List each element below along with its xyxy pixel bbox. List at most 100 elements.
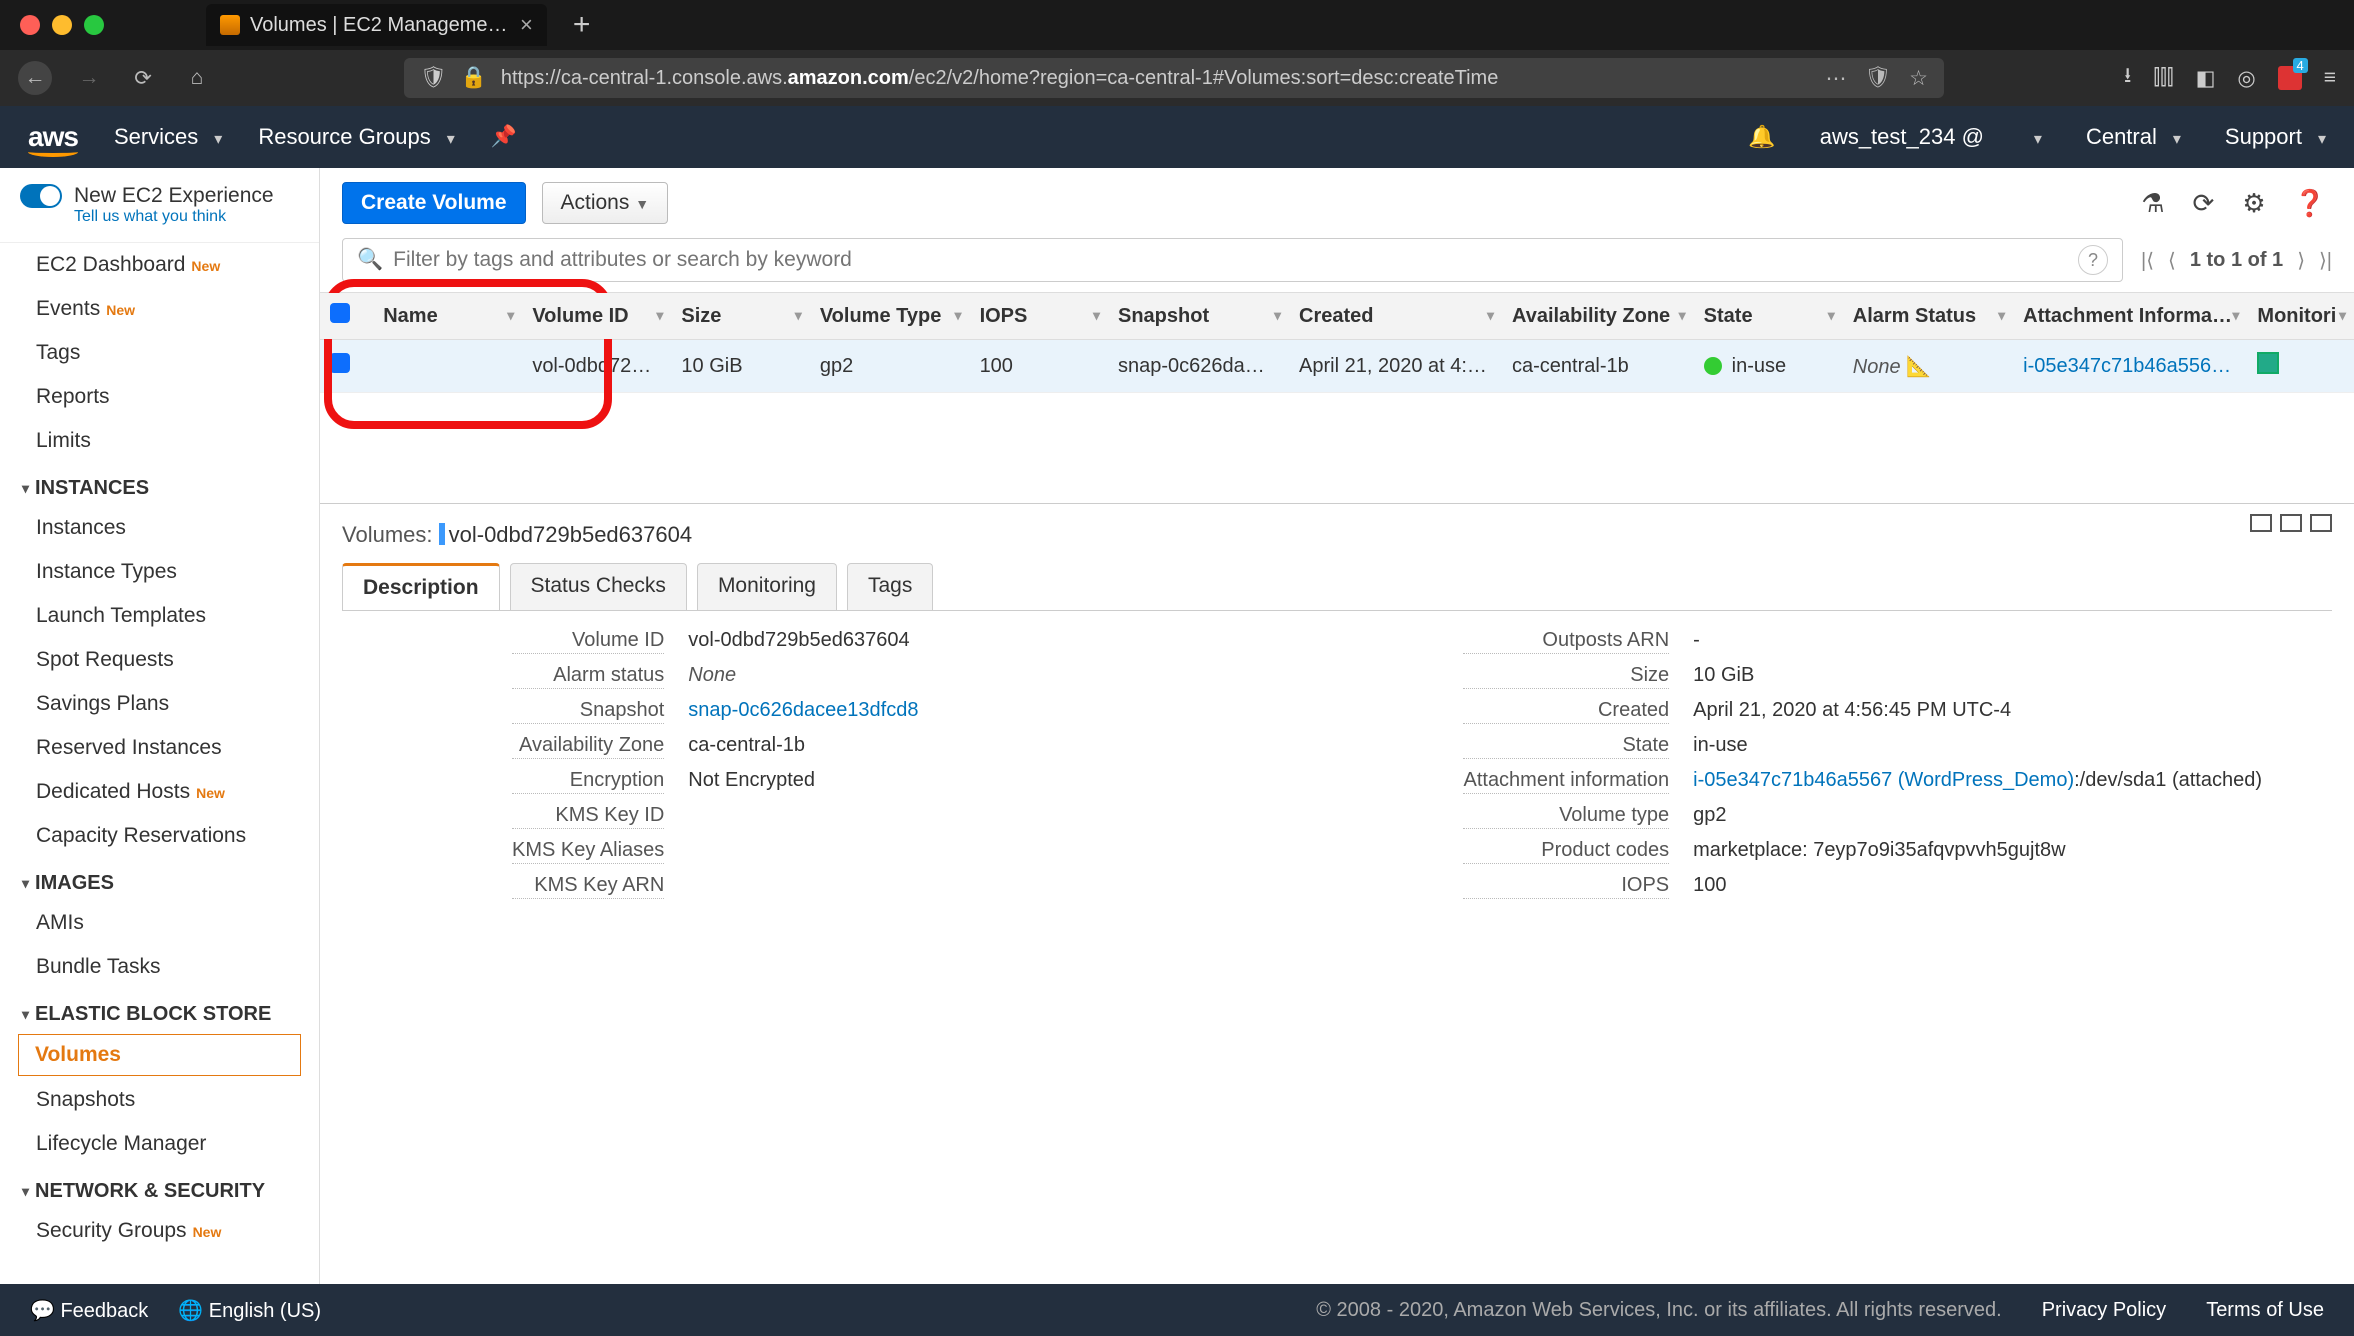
privacy-link[interactable]: Privacy Policy — [2042, 1299, 2166, 1322]
sidebar-section-header[interactable]: NETWORK & SECURITY — [0, 1166, 319, 1209]
sidebar-section-header[interactable]: IMAGES — [0, 858, 319, 901]
col-header[interactable]: State▾ — [1694, 293, 1843, 340]
back-button[interactable]: ← — [18, 61, 52, 95]
close-window[interactable] — [20, 15, 40, 35]
detail-tab[interactable]: Status Checks — [510, 563, 687, 610]
new-experience-toggle[interactable] — [20, 184, 62, 208]
filter-search-box[interactable]: 🔍 ? — [342, 238, 2123, 282]
col-header[interactable] — [320, 293, 373, 340]
table-row[interactable]: vol-0dbd729… 10 GiB gp2 100 snap-0c626da… — [320, 340, 2354, 393]
account-caret[interactable] — [2028, 124, 2042, 150]
services-menu[interactable]: Services — [114, 124, 222, 150]
refresh-icon[interactable]: ⟳ — [2187, 188, 2221, 219]
browser-tab[interactable]: Volumes | EC2 Management Co × — [206, 4, 547, 46]
account-menu[interactable]: aws_test_234 @ — [1820, 124, 1984, 150]
pager-last-icon[interactable]: ⟩| — [2319, 248, 2332, 273]
detail-tab[interactable]: Tags — [847, 563, 933, 610]
layout-toggle[interactable] — [2250, 514, 2332, 532]
col-header[interactable]: Volume ID▾ — [522, 293, 671, 340]
terms-link[interactable]: Terms of Use — [2206, 1299, 2324, 1322]
maximize-window[interactable] — [84, 15, 104, 35]
pager-next-icon[interactable]: ⟩ — [2297, 248, 2305, 273]
pager-first-icon[interactable]: |⟨ — [2141, 248, 2154, 273]
pager-prev-icon[interactable]: ⟨ — [2168, 248, 2176, 273]
sidebar-item[interactable]: Spot Requests — [0, 638, 319, 682]
shield-icon[interactable]: 🛡 — [420, 66, 447, 90]
search-help-icon[interactable]: ? — [2078, 245, 2108, 275]
row-checkbox[interactable] — [330, 353, 350, 373]
sidebar-item[interactable]: Dedicated HostsNew — [0, 770, 319, 814]
sidebar-section-header[interactable]: INSTANCES — [0, 463, 319, 506]
col-header[interactable]: Alarm Status▾ — [1843, 293, 2013, 340]
reader-icon[interactable]: 🛡 — [1865, 66, 1892, 91]
sidebar-item[interactable]: Instances — [0, 506, 319, 550]
sidebar-item[interactable]: AMIs — [0, 901, 319, 945]
sidebar-item[interactable]: Tags — [0, 331, 319, 375]
sidebar-item[interactable]: Launch Templates — [0, 594, 319, 638]
col-header[interactable]: Size▾ — [671, 293, 809, 340]
kv-value[interactable]: snap-0c626dacee13dfcd8 — [688, 699, 918, 724]
lastpass-icon[interactable] — [2278, 66, 2302, 90]
filter-input[interactable] — [393, 248, 2068, 272]
sidebar-item[interactable]: Volumes — [18, 1034, 301, 1076]
kv-value[interactable]: i-05e347c71b46a5567 (WordPress_Demo):/de… — [1693, 769, 2262, 794]
sidebar-item[interactable]: Capacity Reservations — [0, 814, 319, 858]
sidebar-section-header[interactable]: ELASTIC BLOCK STORE — [0, 989, 319, 1032]
library-icon[interactable]: ⫿⫿⫿ — [2153, 66, 2173, 90]
col-header[interactable]: Snapshot▾ — [1108, 293, 1289, 340]
actions-menu-button[interactable]: Actions ▼ — [542, 182, 669, 224]
hamburger-menu-icon[interactable]: ≡ — [2324, 66, 2336, 90]
url-bar[interactable]: 🛡 🔒 https://ca-central-1.console.aws.ama… — [404, 58, 1944, 98]
col-header[interactable]: IOPS▾ — [970, 293, 1108, 340]
forward-button[interactable]: → — [72, 61, 106, 95]
lock-icon[interactable]: 🔒 — [461, 66, 487, 90]
col-header[interactable]: Attachment Information▾ — [2013, 293, 2247, 340]
alarm-add-icon[interactable]: 📐 — [1906, 356, 1931, 378]
sidebar-item[interactable]: Reserved Instances — [0, 726, 319, 770]
pin-icon[interactable]: 📌 — [491, 125, 517, 149]
sidebar-item[interactable]: EventsNew — [0, 287, 319, 331]
bell-icon[interactable]: 🔔 — [1748, 124, 1775, 150]
bookmark-star-icon[interactable]: ☆ — [1909, 66, 1928, 91]
region-menu[interactable]: Central — [2086, 124, 2181, 150]
sidebar-item[interactable]: Bundle Tasks — [0, 945, 319, 989]
select-all-checkbox[interactable] — [330, 303, 350, 323]
sidebar-item[interactable]: Limits — [0, 419, 319, 463]
col-header[interactable]: Name▾ — [373, 293, 522, 340]
support-menu[interactable]: Support — [2225, 124, 2326, 150]
detail-tab[interactable]: Monitoring — [697, 563, 837, 610]
feedback-link[interactable]: 💬 Feedback — [30, 1298, 148, 1323]
extension-icon[interactable]: ◎ — [2237, 66, 2255, 91]
reload-button[interactable]: ⟳ — [126, 61, 160, 95]
more-icon[interactable]: ⋯ — [1826, 66, 1847, 91]
sidebar-item[interactable]: Lifecycle Manager — [0, 1122, 319, 1166]
sidebar-icon[interactable]: ◧ — [2196, 66, 2216, 91]
cell-attachment[interactable]: i-05e347c71b46a556… — [2013, 340, 2247, 393]
home-button[interactable]: ⌂ — [180, 61, 214, 95]
col-header[interactable]: Monitori▾ — [2247, 293, 2354, 340]
beaker-icon[interactable]: ⚗ — [2135, 188, 2170, 219]
sidebar-item[interactable]: EC2 DashboardNew — [0, 243, 319, 287]
new-exp-subtitle[interactable]: Tell us what you think — [74, 208, 274, 226]
help-icon[interactable]: ❓ — [2288, 188, 2332, 219]
cell-volume-id: vol-0dbd729… — [522, 340, 671, 393]
downloads-icon[interactable]: ⭳ — [2124, 61, 2131, 96]
detail-tab[interactable]: Description — [342, 563, 500, 610]
sidebar-item[interactable]: Instance Types — [0, 550, 319, 594]
sidebar-item[interactable]: Snapshots — [0, 1078, 319, 1122]
aws-logo[interactable]: aws — [28, 121, 78, 153]
language-selector[interactable]: 🌐 English (US) — [178, 1298, 321, 1323]
minimize-window[interactable] — [52, 15, 72, 35]
sidebar-item[interactable]: Reports — [0, 375, 319, 419]
col-header[interactable]: Availability Zone▾ — [1502, 293, 1694, 340]
new-tab-button[interactable]: + — [573, 8, 591, 42]
sidebar-item[interactable]: Savings Plans — [0, 682, 319, 726]
create-volume-button[interactable]: Create Volume — [342, 182, 526, 224]
settings-gear-icon[interactable]: ⚙ — [2236, 188, 2271, 219]
kv-key: Availability Zone — [512, 734, 664, 759]
close-tab-icon[interactable]: × — [520, 12, 533, 38]
col-header[interactable]: Created▾ — [1289, 293, 1502, 340]
sidebar-item[interactable]: Security GroupsNew — [0, 1209, 319, 1253]
col-header[interactable]: Volume Type▾ — [810, 293, 970, 340]
resource-groups-menu[interactable]: Resource Groups — [258, 124, 454, 150]
